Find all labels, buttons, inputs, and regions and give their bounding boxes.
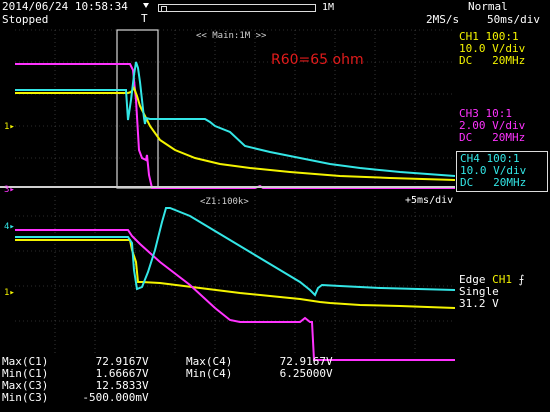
ch4-trace-upper: [15, 61, 455, 177]
ch1-info[interactable]: CH1 100:1 10.0 V/div DC 20MHz: [459, 31, 525, 67]
ch3-bw: 20MHz: [492, 131, 526, 144]
zoom-panel-label: <Z1:100k>: [200, 197, 249, 207]
annotation-r60: R60=65 ohm: [271, 52, 364, 68]
rising-edge-icon: ⨍: [518, 273, 525, 286]
zoom-timebase: +5ms/div: [405, 195, 454, 206]
ch1-ground-marker-lower[interactable]: 1▸: [4, 287, 15, 299]
ch3-ground-marker-upper[interactable]: 3▸: [4, 184, 15, 196]
lower-grid: [15, 196, 455, 355]
ch1-ground-marker-upper[interactable]: 1▸: [4, 121, 15, 133]
panel-separator: [0, 186, 455, 188]
ch1-trace-upper: [15, 85, 455, 181]
ch1-coupling: DC: [459, 54, 473, 67]
ch3-info[interactable]: CH3 10:1 2.00 V/div DC 20MHz: [459, 108, 525, 144]
ch1-trace-lower: [15, 239, 455, 309]
measurements-right: Max(C4) 72.9167V Min(C4) 6.25000V: [186, 356, 333, 380]
timebase: 50ms/div: [487, 13, 540, 26]
measurement-row: Min(C4) 6.25000V: [186, 367, 333, 380]
ch4-ground-marker-lower[interactable]: 4▸: [4, 221, 15, 233]
ch4-coupling: DC: [460, 176, 474, 189]
ch4-trace-lower: [15, 207, 455, 297]
upper-grid: [15, 29, 455, 186]
measurement-row: Min(C3) -500.000mV: [2, 391, 149, 404]
trigger-mode: Normal: [468, 0, 508, 13]
ch4-info[interactable]: CH4 100:1 10.0 V/div DC 20MHz: [456, 151, 548, 192]
ch4-bw: 20MHz: [493, 176, 527, 189]
ch1-bw: 20MHz: [492, 54, 526, 67]
main-panel-label: << Main:1M >>: [196, 31, 267, 41]
trigger-level: 31.2 V: [459, 297, 499, 310]
measurements-left: Max(C1) 72.9167V Min(C1) 1.66667V Max(C3…: [2, 356, 149, 404]
trigger-info[interactable]: Edge CH1 ⨍ Single 31.2 V: [459, 274, 524, 310]
ch3-trace-lower: [15, 229, 455, 361]
ch3-coupling: DC: [459, 131, 473, 144]
